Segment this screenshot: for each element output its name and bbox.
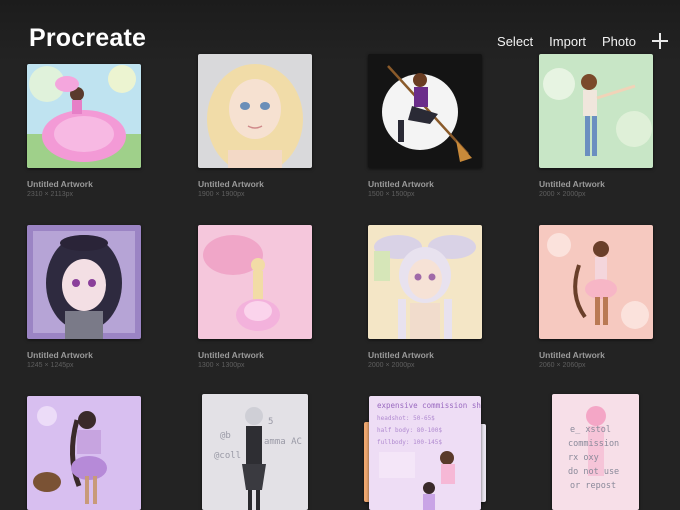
- artwork-thumbnail[interactable]: [27, 64, 141, 168]
- artwork-thumbnail[interactable]: [27, 396, 141, 510]
- artwork-thumbnail[interactable]: [368, 225, 482, 339]
- watermark-text: commission: [568, 439, 619, 449]
- artwork-thumbnail[interactable]: expensive commission sheet headshot: 50-…: [369, 396, 481, 510]
- artwork-thumbnail[interactable]: e_ xstol commission rx oxy do not use or…: [552, 394, 639, 510]
- artwork-tile[interactable]: Untitled Artwork 1245 × 1245px: [27, 225, 141, 375]
- watermark-text: 5: [268, 417, 273, 427]
- artwork-tile[interactable]: Untitled Artwork 2000 × 2000px: [368, 225, 482, 375]
- artwork-dimensions: 2060 × 2060px: [539, 362, 586, 369]
- artwork-thumbnail[interactable]: [198, 225, 312, 339]
- watermark-text: or repost: [570, 481, 616, 491]
- artwork-dimensions: 1500 × 1500px: [368, 191, 415, 198]
- artwork-tile[interactable]: [27, 396, 141, 510]
- artwork-title: Untitled Artwork: [539, 179, 605, 189]
- watermark-text: @b: [220, 431, 231, 441]
- watermark-text: @coll: [214, 451, 241, 461]
- watermark-text: amma AC: [264, 437, 302, 447]
- artwork-thumbnail[interactable]: [198, 54, 312, 168]
- watermark-text: e_ xstol: [570, 425, 611, 435]
- artwork-tile[interactable]: Untitled Artwork 1300 × 1300px: [198, 225, 312, 375]
- artwork-dimensions: 1245 × 1245px: [27, 362, 74, 369]
- artwork-dimensions: 1300 × 1300px: [198, 362, 245, 369]
- artwork-thumbnail[interactable]: @b @coll 5 amma AC: [202, 394, 308, 510]
- artwork-title: Untitled Artwork: [368, 350, 434, 360]
- artwork-tile[interactable]: @b @coll 5 amma AC: [202, 394, 308, 510]
- sheet-line: headshot: 50-65$: [377, 415, 435, 422]
- artwork-thumbnail[interactable]: [368, 54, 482, 168]
- artwork-gallery: Untitled Artwork 2310 × 2113px Untitled …: [0, 0, 680, 510]
- sheet-line: fullbody: 100-145$: [377, 439, 442, 446]
- watermark-text: do not use: [568, 467, 619, 477]
- artwork-title: Untitled Artwork: [27, 350, 93, 360]
- artwork-dimensions: 2000 × 2000px: [368, 362, 415, 369]
- artwork-title: Untitled Artwork: [198, 350, 264, 360]
- artwork-tile[interactable]: e_ xstol commission rx oxy do not use or…: [552, 394, 639, 510]
- watermark-text: rx oxy: [568, 453, 599, 463]
- artwork-tile[interactable]: Untitled Artwork 2000 × 2000px: [539, 54, 653, 204]
- artwork-dimensions: 2000 × 2000px: [539, 191, 586, 198]
- artwork-dimensions: 1900 × 1900px: [198, 191, 245, 198]
- artwork-tile[interactable]: Untitled Artwork 2060 × 2060px: [539, 225, 653, 375]
- artwork-thumbnail[interactable]: [27, 225, 141, 339]
- sheet-line: half body: 80-100$: [377, 427, 442, 434]
- sheet-title: expensive commission sheet: [377, 401, 481, 410]
- artwork-thumbnail[interactable]: [539, 54, 653, 168]
- artwork-thumbnail[interactable]: [539, 225, 653, 339]
- artwork-tile[interactable]: Untitled Artwork 1900 × 1900px: [198, 54, 312, 204]
- artwork-tile[interactable]: Untitled Artwork 1500 × 1500px: [368, 54, 482, 204]
- artwork-title: Untitled Artwork: [198, 179, 264, 189]
- artwork-stack[interactable]: expensive commission sheet headshot: 50-…: [360, 396, 490, 510]
- artwork-tile[interactable]: Untitled Artwork 2310 × 2113px: [27, 64, 141, 204]
- artwork-dimensions: 2310 × 2113px: [27, 191, 73, 198]
- artwork-title: Untitled Artwork: [27, 179, 93, 189]
- artwork-title: Untitled Artwork: [368, 179, 434, 189]
- artwork-title: Untitled Artwork: [539, 350, 605, 360]
